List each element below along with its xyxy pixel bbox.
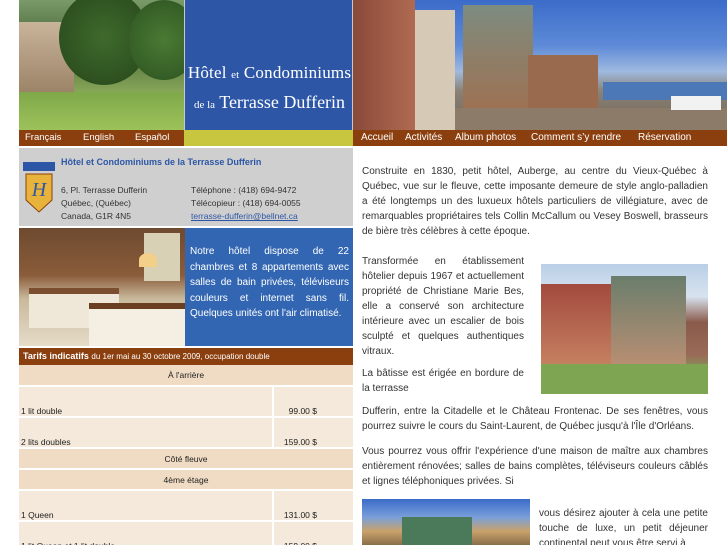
- paragraph-history: Construite en 1830, petit hôtel, Auberge…: [362, 166, 708, 237]
- email-link[interactable]: terrasse-dufferin@bellnet.ca: [191, 211, 298, 221]
- hotel-room-photo: [19, 228, 185, 346]
- hotel-logo-icon: H: [23, 162, 55, 213]
- table-row: 1 lit double 99.00 $: [19, 386, 353, 418]
- garden-photo: [19, 0, 184, 130]
- hotel-description: Notre hôtel dispose de 22 chambres et 8 …: [185, 228, 353, 346]
- navigation-bar: Français English Español Accueil Activit…: [19, 130, 727, 146]
- rates-section-4eme: 4ème étage: [19, 469, 353, 491]
- gold-divider: [184, 130, 353, 146]
- contact-box: H Hôtel et Condominiums de la Terrasse D…: [19, 146, 353, 228]
- title-line-2: de la Terrasse Dufferin: [193, 92, 346, 112]
- address-line-1: 6, Pl. Terrasse Dufferin: [61, 185, 148, 195]
- fax-number: Télécopieur : (418) 694-0055: [191, 198, 301, 208]
- paragraph-experience: Vous pourrez vous offrir l'expérience d'…: [362, 446, 708, 487]
- address-line-3: Canada, G1R 4N5: [61, 211, 131, 221]
- rate-price: 159.00 $: [272, 417, 353, 449]
- rate-label: 1 Queen: [19, 490, 273, 522]
- rates-section-fleuve: Côté fleuve: [19, 448, 353, 470]
- table-row: 1 Queen 131.00 $: [19, 490, 353, 522]
- chateau-photo: [362, 499, 530, 545]
- menu-album-photos[interactable]: Album photos: [455, 130, 516, 146]
- lang-link-english[interactable]: English: [83, 130, 114, 146]
- lang-link-espanol[interactable]: Español: [135, 130, 169, 146]
- rate-price: 159.00 $: [272, 521, 353, 545]
- quebec-street-photo: [541, 264, 708, 394]
- rate-price: 131.00 $: [272, 490, 353, 522]
- rates-header: Tarifs indicatifs du 1er mai au 30 octob…: [19, 348, 353, 365]
- rates-section-arriere: À l'arrière: [19, 365, 353, 387]
- lang-link-francais[interactable]: Français: [25, 130, 61, 146]
- rate-price: 99.00 $: [272, 386, 353, 418]
- old-quebec-photo: [353, 0, 727, 130]
- table-row: 1 lit Queen et 1 lit double 159.00 $: [19, 521, 353, 545]
- paragraph-terrasse-start: La bâtisse est érigée en bordure de la t…: [362, 368, 524, 394]
- rates-table: À l'arrière 1 lit double 99.00 $ 2 lits …: [19, 365, 353, 545]
- address-line-2: Québec, (Québec): [61, 198, 131, 208]
- header: Hôtel et Condominiums de la Terrasse Duf…: [0, 0, 727, 146]
- paragraph-luxury: vous désirez ajouter à cela une petite t…: [539, 508, 708, 545]
- paragraph-transformation: Transformée en établissement hôtelier de…: [362, 256, 524, 357]
- rate-label: 2 lits doubles: [19, 417, 273, 449]
- title-line-1: Hôtel et Condominiums: [187, 63, 352, 82]
- menu-comment-sy-rendre[interactable]: Comment s’y rendre: [531, 130, 621, 146]
- hotel-title-banner: Hôtel et Condominiums de la Terrasse Duf…: [184, 0, 353, 130]
- phone-number: Téléphone : (418) 694-9472: [191, 185, 297, 195]
- table-row: 2 lits doubles 159.00 $: [19, 417, 353, 449]
- contact-title: Hôtel et Condominiums de la Terrasse Duf…: [61, 157, 262, 167]
- menu-reservation[interactable]: Réservation: [638, 130, 691, 146]
- rate-label: 1 lit Queen et 1 lit double: [19, 521, 273, 545]
- menu-accueil[interactable]: Accueil: [361, 130, 393, 146]
- rate-label: 1 lit double: [19, 386, 273, 418]
- svg-text:H: H: [31, 179, 48, 201]
- menu-activites[interactable]: Activités: [405, 130, 442, 146]
- paragraph-terrasse: Dufferin, entre la Citadelle et le Châte…: [362, 406, 708, 432]
